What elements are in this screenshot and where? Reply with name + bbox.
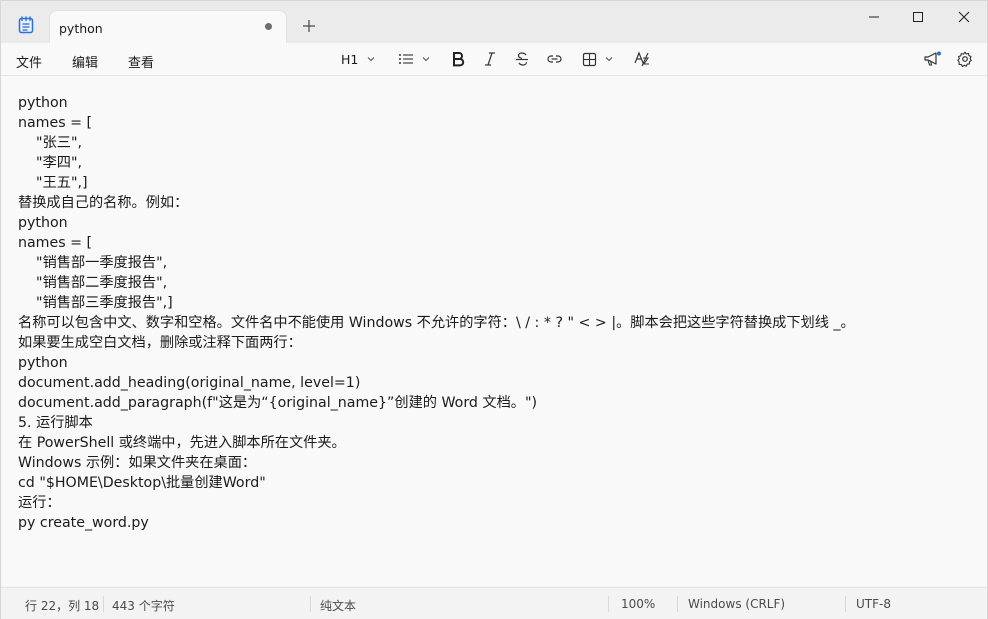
list-dropdown[interactable] (398, 49, 431, 69)
gear-icon (957, 51, 972, 67)
chevron-down-icon (422, 57, 430, 62)
divider (310, 596, 311, 612)
maximize-icon (913, 12, 923, 22)
minimize-icon (869, 16, 879, 18)
text-editor[interactable]: python names = [ "张三", "李四", "王五",] 替换成自己的… (1, 76, 987, 586)
list-icon (399, 54, 413, 64)
text-line[interactable]: "王五",] (18, 173, 855, 193)
text-encoding[interactable]: UTF-8 (856, 597, 891, 611)
text-line[interactable]: 5. 运行脚本 (18, 413, 855, 433)
notepad-app-icon (18, 16, 34, 34)
zoom-level[interactable]: 100% (621, 597, 655, 611)
menu-view[interactable]: 查看 (128, 52, 154, 71)
heading-label: H1 (341, 51, 359, 67)
document-text[interactable]: python names = [ "张三", "李四", "王五",] 替换成自己的… (18, 93, 855, 533)
character-count: 443 个字符 (112, 599, 175, 613)
heading-dropdown[interactable]: H1 (341, 49, 376, 69)
title-bar: python (1, 1, 987, 44)
file-format[interactable]: 纯文本 (320, 597, 356, 614)
cursor-position: 行 22，列 18 (25, 599, 100, 613)
link-icon (547, 55, 562, 63)
chevron-down-icon (367, 57, 375, 62)
maximize-button[interactable] (903, 7, 933, 27)
notepad-window: python 文件 编辑 查看 H1 python names = ["张三"… (0, 0, 988, 619)
link-button[interactable] (546, 49, 563, 69)
text-line[interactable]: python (18, 353, 855, 373)
feedback-button[interactable] (923, 49, 941, 69)
text-line[interactable]: 名称可以包含中文、数字和空格。文件名中不能使用 Windows 不允许的字符：\… (18, 313, 855, 333)
clear-format-icon (634, 51, 650, 67)
text-line[interactable]: py create_word.py (18, 513, 855, 533)
tab-python[interactable]: python (49, 10, 287, 44)
text-line[interactable]: python (18, 213, 855, 233)
status-bar: 行 22，列 18 443 个字符 纯文本 100% Windows (CRLF… (1, 587, 987, 619)
clear-formatting-button[interactable] (634, 49, 651, 69)
table-icon (582, 52, 597, 66)
text-line[interactable]: "张三", (18, 133, 855, 153)
text-line[interactable]: names = [ (18, 113, 855, 133)
bold-button[interactable] (451, 49, 465, 69)
tab-title: python (59, 21, 103, 36)
italic-button[interactable] (483, 49, 497, 69)
text-line[interactable]: document.add_paragraph(f"这是为“{original_n… (18, 393, 855, 413)
divider (677, 596, 678, 612)
text-line[interactable]: 运行： (18, 493, 855, 513)
line-ending[interactable]: Windows (CRLF) (688, 597, 785, 611)
text-line[interactable]: "李四", (18, 153, 855, 173)
bold-icon (453, 52, 465, 67)
text-line[interactable]: 如果要生成空白文档，删除或注释下面两行： (18, 333, 855, 353)
strikethrough-icon (516, 52, 528, 66)
minimize-button[interactable] (859, 7, 889, 27)
menu-toolbar: 文件 编辑 查看 H1 (1, 43, 987, 76)
menu-edit[interactable]: 编辑 (72, 52, 98, 71)
megaphone-icon (924, 51, 941, 66)
chevron-down-icon (605, 57, 613, 62)
divider (608, 596, 609, 612)
menu-file[interactable]: 文件 (16, 52, 42, 71)
text-line[interactable]: cd "$HOME\Desktop\批量创建Word" (18, 473, 855, 493)
unsaved-dot-icon[interactable] (265, 23, 272, 30)
close-icon (958, 11, 970, 23)
text-line[interactable]: "销售部三季度报告",] (18, 293, 855, 313)
table-dropdown[interactable] (582, 49, 614, 69)
text-line[interactable]: document.add_heading(original_name, leve… (18, 373, 855, 393)
settings-button[interactable] (957, 49, 973, 69)
text-line[interactable]: 替换成自己的名称。例如： (18, 193, 855, 213)
strikethrough-button[interactable] (515, 49, 529, 69)
text-line[interactable]: 在 PowerShell 或终端中，先进入脚本所在文件夹。 (18, 433, 855, 453)
divider (103, 596, 104, 612)
divider (845, 596, 846, 612)
new-tab-icon[interactable] (301, 18, 317, 34)
text-line[interactable]: "销售部二季度报告", (18, 273, 855, 293)
text-line[interactable]: names = [ (18, 233, 855, 253)
text-line[interactable]: "销售部一季度报告", (18, 253, 855, 273)
text-line[interactable]: Windows 示例：如果文件夹在桌面： (18, 453, 855, 473)
text-line[interactable]: python (18, 93, 855, 113)
italic-icon (485, 52, 495, 66)
close-button[interactable] (949, 7, 979, 27)
